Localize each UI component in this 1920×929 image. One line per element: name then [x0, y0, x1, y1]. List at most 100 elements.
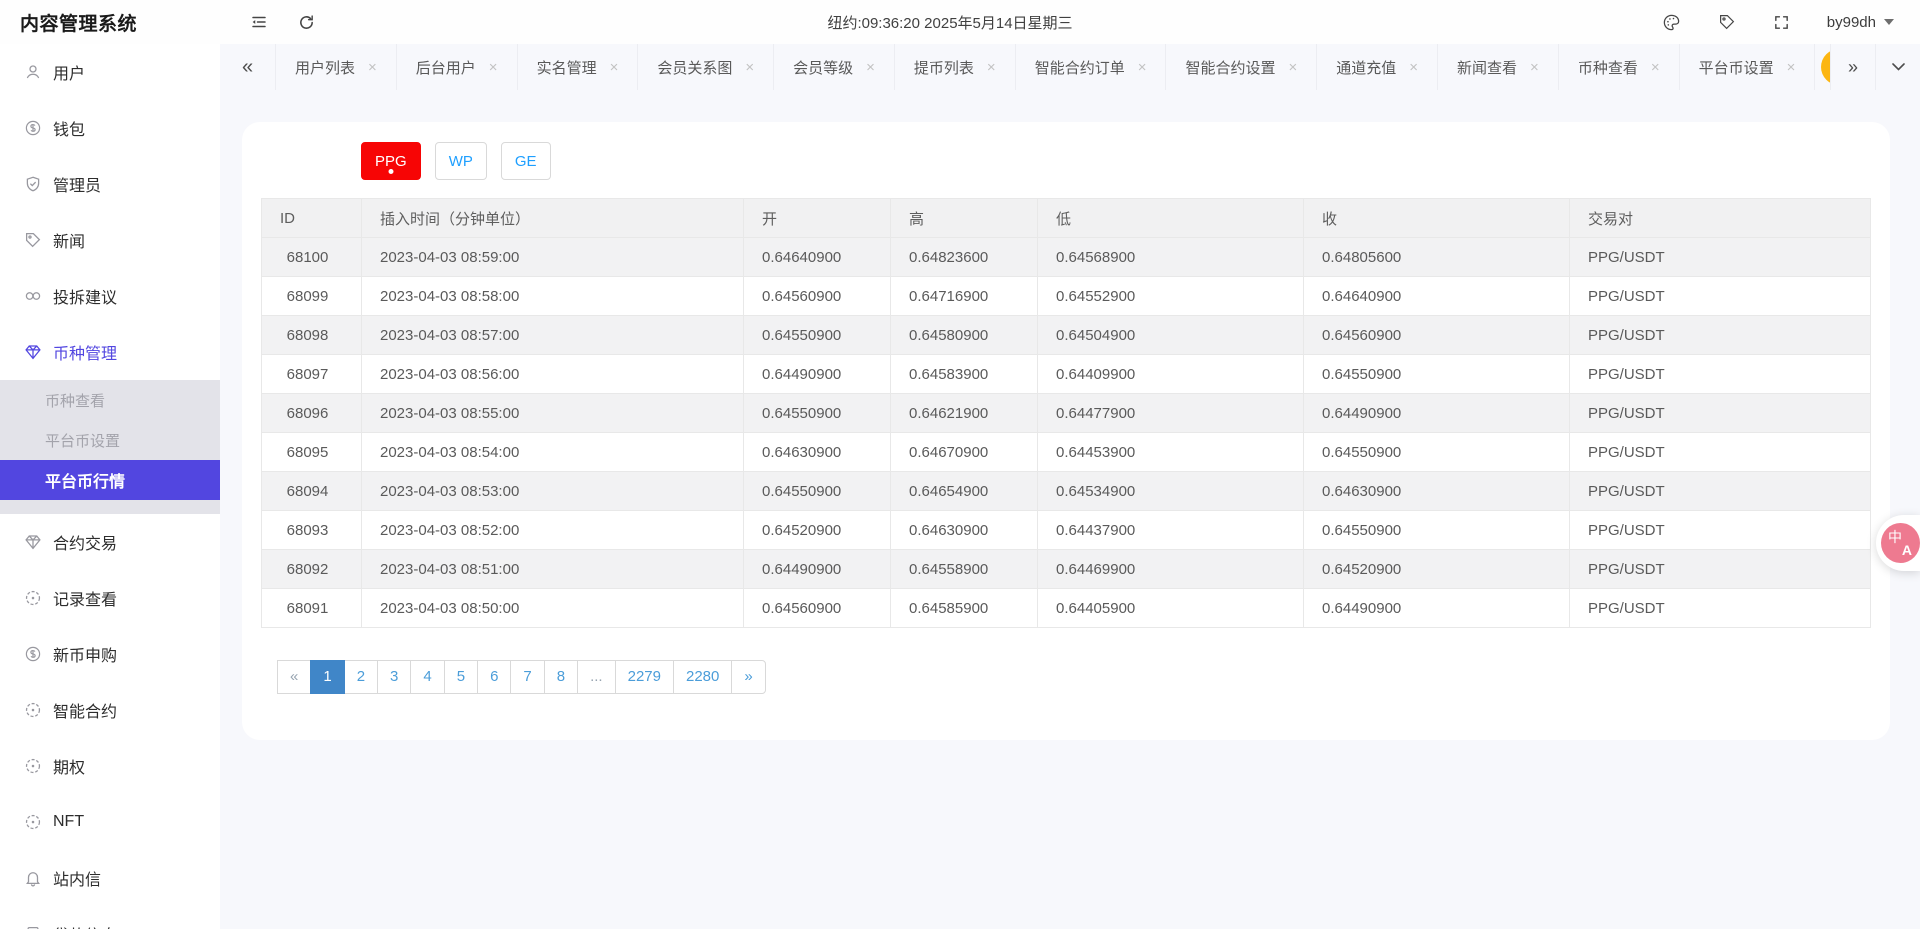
tab-item[interactable]: 币种查看 × [1559, 44, 1680, 90]
cell-high: 0.64621900 [891, 394, 1038, 433]
tab-label: 会员等级 [793, 57, 853, 78]
tab-close-icon[interactable]: × [1409, 60, 1418, 75]
table-row[interactable]: 68098 2023-04-03 08:57:00 0.64550900 0.6… [262, 316, 1871, 355]
sidebar-item-loan-info[interactable]: 贷款信息 [0, 906, 220, 929]
tab-close-icon[interactable]: × [368, 60, 377, 75]
tabs-menu-button[interactable] [1875, 44, 1920, 90]
tab-item[interactable]: 通道充值 × [1317, 44, 1438, 90]
sidebar-item-news[interactable]: 新闻 [0, 212, 220, 268]
sidebar-subitem-coin-view[interactable]: 币种查看 [0, 380, 220, 420]
page-button[interactable]: 5 [444, 660, 478, 694]
tab-close-icon[interactable]: × [1288, 60, 1297, 75]
sidebar-item-contract-trading[interactable]: 合约交易 [0, 514, 220, 570]
tab-item[interactable]: 平台币设置 × [1680, 44, 1816, 90]
chevron-down-icon [1884, 19, 1894, 25]
tab-item[interactable]: 智能合约设置 × [1166, 44, 1317, 90]
sidebar-item-label: 期权 [53, 754, 85, 778]
table-row[interactable]: 68095 2023-04-03 08:54:00 0.64630900 0.6… [262, 433, 1871, 472]
tag-icon[interactable] [1718, 13, 1736, 31]
user-menu[interactable]: by99dh [1827, 14, 1894, 31]
sidebar-item-feedback[interactable]: 投拆建议 [0, 268, 220, 324]
tab-close-icon[interactable]: × [489, 60, 498, 75]
cell-close: 0.64630900 [1304, 472, 1570, 511]
page-button[interactable]: 2279 [615, 660, 674, 694]
sidebar-item-new-coin-subscription[interactable]: 新币申购 [0, 626, 220, 682]
sidebar-item-nft[interactable]: NFT [0, 794, 220, 850]
coin-filter-button[interactable]: PPG [361, 142, 421, 180]
page-button[interactable]: 2280 [673, 660, 732, 694]
tab-item[interactable]: 用户列表 × [276, 44, 397, 90]
page-button[interactable]: 8 [544, 660, 578, 694]
cell-trading-pair: PPG/USDT [1570, 394, 1871, 433]
tabbar-controls: » [1830, 44, 1920, 90]
table-row[interactable]: 68094 2023-04-03 08:53:00 0.64550900 0.6… [262, 472, 1871, 511]
tab-item[interactable]: 后台用户 × [397, 44, 518, 90]
tab-close-icon[interactable]: × [866, 60, 875, 75]
tab-close-icon[interactable]: × [745, 60, 754, 75]
cell-close: 0.64805600 [1304, 238, 1570, 277]
page-button[interactable]: 1 [310, 660, 344, 694]
table-row[interactable]: 68097 2023-04-03 08:56:00 0.64490900 0.6… [262, 355, 1871, 394]
tab-close-icon[interactable]: × [1651, 60, 1660, 75]
cell-id: 68092 [262, 550, 362, 589]
tab-close-icon[interactable]: × [1138, 60, 1147, 75]
table-row[interactable]: 68093 2023-04-03 08:52:00 0.64520900 0.6… [262, 511, 1871, 550]
market-table: ID插入时间（分钟单位）开高低收交易对 68100 2023-04-03 08:… [261, 198, 1871, 628]
sidebar-subitem-platform-coin-market[interactable]: 平台币行情 [0, 460, 220, 500]
tab-close-icon[interactable]: × [1530, 60, 1539, 75]
sidebar-item-records[interactable]: 记录查看 [0, 570, 220, 626]
table-row[interactable]: 68099 2023-04-03 08:58:00 0.64560900 0.6… [262, 277, 1871, 316]
page-button[interactable]: 4 [410, 660, 444, 694]
page-button[interactable]: « [277, 660, 311, 694]
tab-item[interactable]: 会员关系图 × [638, 44, 774, 90]
page-button[interactable]: 2 [344, 660, 378, 694]
tab-item[interactable]: 提币列表 × [895, 44, 1016, 90]
page-button[interactable]: ... [577, 660, 616, 694]
tab-close-icon[interactable]: × [987, 60, 996, 75]
sidebar-item-wallet[interactable]: 钱包 [0, 100, 220, 156]
page-button-label: 2280 [686, 668, 719, 685]
sidebar-item-label: 用户 [53, 60, 85, 84]
clock-text: 纽约:09:36:20 2025年5月14日星期三 [827, 12, 1072, 33]
sidebar-item-label: 站内信 [53, 866, 101, 890]
table-row[interactable]: 68092 2023-04-03 08:51:00 0.64490900 0.6… [262, 550, 1871, 589]
sidebar-item-admins[interactable]: 管理员 [0, 156, 220, 212]
gem-icon [24, 343, 42, 361]
table-row[interactable]: 68096 2023-04-03 08:55:00 0.64550900 0.6… [262, 394, 1871, 433]
page-button-label: 8 [557, 668, 565, 685]
collapse-sidebar-icon[interactable] [250, 13, 268, 31]
coin-filter-button[interactable]: GE [501, 142, 551, 180]
topbar: 内容管理系统 纽约:09:36:20 2025年5月14日星期三 [0, 0, 1920, 44]
coin-filter-button[interactable]: WP [435, 142, 487, 180]
tab-item[interactable]: 实名管理 × [518, 44, 639, 90]
tab-close-icon[interactable]: × [610, 60, 619, 75]
sidebar-item-users[interactable]: 用户 [0, 44, 220, 100]
topbar-actions: by99dh [1662, 13, 1920, 32]
cell-close: 0.64490900 [1304, 589, 1570, 628]
page-button[interactable]: 3 [377, 660, 411, 694]
tab-item[interactable]: 智能合约订单 × [1016, 44, 1167, 90]
tab-item[interactable]: 新闻查看 × [1438, 44, 1559, 90]
page-button[interactable]: » [731, 660, 765, 694]
tab-item[interactable]: 会员等级 × [774, 44, 895, 90]
page-button[interactable]: 7 [510, 660, 544, 694]
tabs-scroll-left-button[interactable]: « [220, 44, 276, 90]
fullscreen-icon[interactable] [1773, 14, 1790, 31]
page-button[interactable]: 6 [477, 660, 511, 694]
cell-low: 0.64552900 [1038, 277, 1304, 316]
sidebar-item-site-mail[interactable]: 站内信 [0, 850, 220, 906]
table-row[interactable]: 68100 2023-04-03 08:59:00 0.64640900 0.6… [262, 238, 1871, 277]
sidebar-subitem-platform-coin-settings[interactable]: 平台币设置 [0, 420, 220, 460]
refresh-icon[interactable] [298, 14, 315, 31]
cell-close: 0.64550900 [1304, 355, 1570, 394]
tab-item[interactable]: 平台币行情 × [1821, 49, 1830, 85]
column-header: 低 [1038, 199, 1304, 238]
tab-close-icon[interactable]: × [1787, 60, 1796, 75]
theme-palette-icon[interactable] [1662, 13, 1681, 32]
tag-icon [24, 231, 42, 249]
sidebar-item-coin-management[interactable]: 币种管理 [0, 324, 220, 380]
sidebar-item-smart-contract[interactable]: 智能合约 [0, 682, 220, 738]
tabs-scroll-right-button[interactable]: » [1830, 44, 1875, 90]
table-row[interactable]: 68091 2023-04-03 08:50:00 0.64560900 0.6… [262, 589, 1871, 628]
sidebar-item-options[interactable]: 期权 [0, 738, 220, 794]
